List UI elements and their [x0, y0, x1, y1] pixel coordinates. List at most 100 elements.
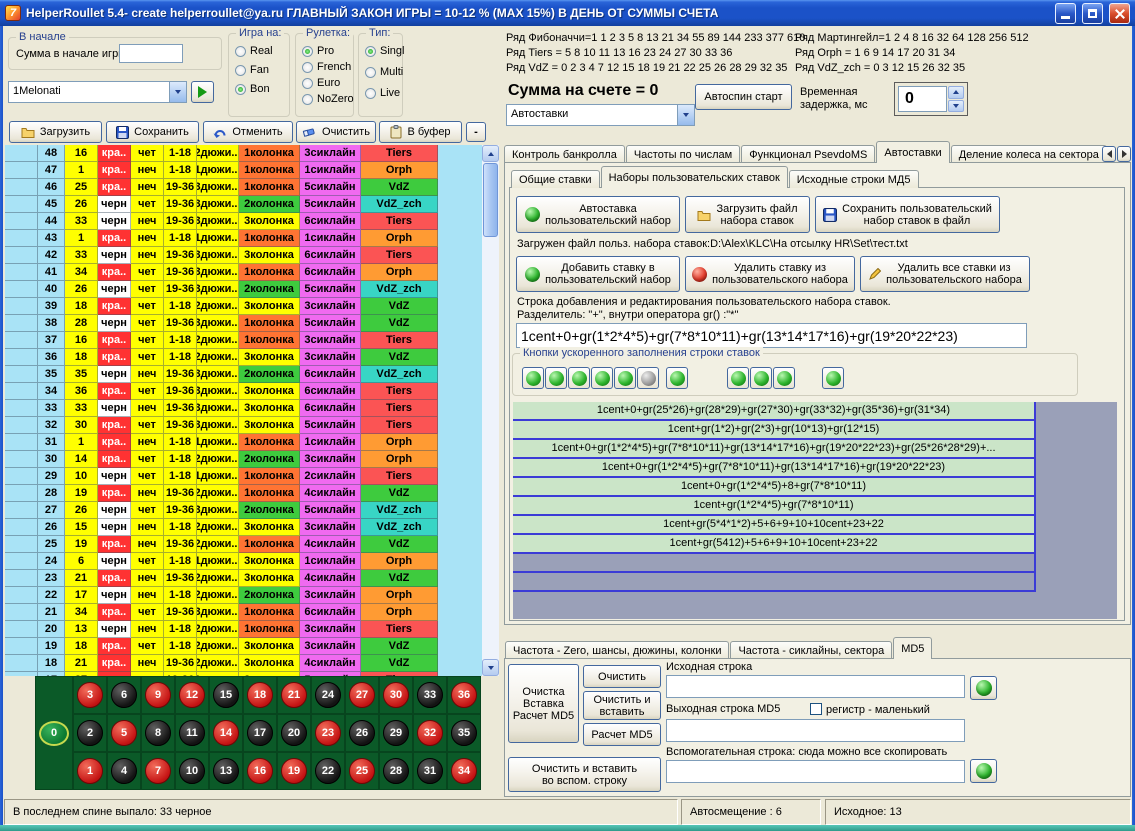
board-cell-11[interactable]: 11	[175, 714, 209, 752]
board-cell-16[interactable]: 16	[243, 752, 277, 790]
scrollbar-thumb[interactable]	[483, 163, 498, 237]
board-cell-29[interactable]: 29	[379, 714, 413, 752]
close-button[interactable]	[1109, 3, 1130, 24]
chip-button[interactable]	[666, 367, 688, 389]
history-row[interactable]: 471кра..неч1-181дюжи...1колонка1сиклайнO…	[5, 162, 482, 179]
chip-button[interactable]	[614, 367, 636, 389]
md5-clear-paste-aux-button[interactable]: Очистить и вставить во вспом. строку	[508, 757, 661, 792]
chip-button[interactable]	[591, 367, 613, 389]
history-row[interactable]: 3535черннеч19-363дюжи...2колонка6сиклайн…	[5, 366, 482, 383]
board-cell-35[interactable]: 35	[447, 714, 481, 752]
autospin-start-button[interactable]: Автоспин старт	[695, 84, 792, 110]
radio-euro[interactable]: Euro	[302, 76, 354, 90]
history-row[interactable]: 4816кра..чет1-182дюжи...1колонка3сиклайн…	[5, 145, 482, 162]
board-cell-21[interactable]: 21	[277, 676, 311, 714]
bet-list-row[interactable]: 1cent+gr(1*2*4*5)+gr(7*8*10*11)	[513, 497, 1036, 516]
radio-french[interactable]: French	[302, 60, 354, 74]
radio-singl[interactable]: Singl	[365, 44, 404, 58]
chip-button[interactable]	[637, 367, 659, 389]
collapse-button[interactable]: -	[466, 122, 486, 142]
board-cell-25[interactable]: 25	[345, 752, 379, 790]
mode-combobox[interactable]: Автоставки	[506, 104, 695, 126]
chevron-down-icon[interactable]	[169, 82, 186, 102]
history-row[interactable]: 2519кра..неч19-362дюжи...1колонка4сиклай…	[5, 536, 482, 553]
board-cell-7[interactable]: 7	[141, 752, 175, 790]
radio-multi[interactable]: Multi	[365, 65, 404, 79]
history-row[interactable]: 3618кра..чет1-182дюжи...3колонка3сиклайн…	[5, 349, 482, 366]
tab-общие-ставки[interactable]: Общие ставки	[511, 170, 600, 188]
history-row[interactable]: 2217черннеч1-182дюжи...2колонка3сиклайнO…	[5, 587, 482, 604]
tab-исходные-строки-мд5[interactable]: Исходные строки МД5	[789, 170, 919, 188]
history-row[interactable]: 3918кра..чет1-182дюжи...3колонка3сиклайн…	[5, 298, 482, 315]
scroll-down-button[interactable]	[482, 659, 499, 676]
tabs-scroll-left-button[interactable]	[1102, 146, 1116, 162]
board-cell-23[interactable]: 23	[311, 714, 345, 752]
delay-spinner-value[interactable]: 0	[898, 86, 947, 112]
radio-nozero[interactable]: NoZero	[302, 92, 354, 106]
board-cell-2[interactable]: 2	[73, 714, 107, 752]
undo-button[interactable]: Отменить	[203, 121, 293, 143]
history-row[interactable]: 246чернчет1-181дюжи...3колонка1сиклайнOr…	[5, 553, 482, 570]
register-checkbox[interactable]	[810, 703, 822, 715]
md5-source-input[interactable]	[666, 675, 965, 698]
board-cell-17[interactable]: 17	[243, 714, 277, 752]
history-row[interactable]: 4625кра..неч19-363дюжи...1колонка5сиклай…	[5, 179, 482, 196]
tab-контроль-банкролла[interactable]: Контроль банкролла	[504, 145, 625, 163]
board-cell-4[interactable]: 4	[107, 752, 141, 790]
history-row[interactable]: 2321кра..неч19-362дюжи...3колонка4сиклай…	[5, 570, 482, 587]
history-row[interactable]: 4134кра..чет19-363дюжи...1колонка6сиклай…	[5, 264, 482, 281]
history-row[interactable]: 2726чернчет19-363дюжи...2колонка5сиклайн…	[5, 502, 482, 519]
history-row[interactable]: 3230кра..чет19-363дюжи...3колонка5сиклай…	[5, 417, 482, 434]
start-sum-input[interactable]	[119, 44, 183, 63]
history-scrollbar[interactable]	[482, 145, 499, 676]
load-button[interactable]: Загрузить	[9, 121, 102, 143]
spin-up-button[interactable]	[948, 86, 964, 99]
save-button[interactable]: Сохранить	[106, 121, 199, 143]
board-cell-1[interactable]: 1	[73, 752, 107, 790]
bet-list-row[interactable]: 1cent+gr(5*4*1*2)+5+6+9+10+10cent+23+22	[513, 516, 1036, 535]
radio-bon[interactable]: Bon	[235, 82, 273, 96]
maximize-button[interactable]	[1082, 3, 1103, 24]
board-cell-18[interactable]: 18	[243, 676, 277, 714]
board-cell-22[interactable]: 22	[311, 752, 345, 790]
chip-button[interactable]	[568, 367, 590, 389]
history-row[interactable]: 311кра..неч1-181дюжи...1колонка1сиклайнO…	[5, 434, 482, 451]
chip-button[interactable]	[522, 367, 544, 389]
history-row[interactable]: 2134кра..чет19-363дюжи...1колонка6сиклай…	[5, 604, 482, 621]
chip-button[interactable]	[727, 367, 749, 389]
spin-down-button[interactable]	[948, 100, 964, 113]
board-cell-33[interactable]: 33	[413, 676, 447, 714]
board-cell-36[interactable]: 36	[447, 676, 481, 714]
board-cell-15[interactable]: 15	[209, 676, 243, 714]
board-cell-5[interactable]: 5	[107, 714, 141, 752]
board-cell-0[interactable]: 0	[35, 676, 73, 790]
board-cell-3[interactable]: 3	[73, 676, 107, 714]
chip-button[interactable]	[773, 367, 795, 389]
md5-aux-input[interactable]	[666, 760, 965, 783]
history-row[interactable]: 2013черннеч1-182дюжи...1колонка3сиклайнT…	[5, 621, 482, 638]
board-cell-27[interactable]: 27	[345, 676, 379, 714]
history-row[interactable]: 3333черннеч19-363дюжи...3колонка6сиклайн…	[5, 400, 482, 417]
board-cell-10[interactable]: 10	[175, 752, 209, 790]
board-cell-31[interactable]: 31	[413, 752, 447, 790]
minimize-button[interactable]	[1055, 3, 1076, 24]
history-row[interactable]: 3014кра..чет1-182дюжи...2колонка3сиклайн…	[5, 451, 482, 468]
to-buffer-button[interactable]: В буфер	[379, 121, 462, 143]
play-button[interactable]	[191, 81, 214, 103]
bet-list-row[interactable]: 1cent+0+gr(1*2*4*5)+gr(7*8*10*11)+gr(13*…	[513, 459, 1036, 478]
load-bet-set-file-button[interactable]: Загрузить файл набора ставок	[685, 196, 810, 233]
md5-source-go-button[interactable]	[970, 676, 997, 700]
board-cell-9[interactable]: 9	[141, 676, 175, 714]
tab-md5[interactable]: MD5	[893, 637, 932, 659]
board-cell-24[interactable]: 24	[311, 676, 345, 714]
board-cell-30[interactable]: 30	[379, 676, 413, 714]
tab-частота-сиклайны-сектора[interactable]: Частота - сиклайны, сектора	[730, 641, 892, 659]
md5-aux-go-button[interactable]	[970, 759, 997, 783]
save-bet-set-file-button[interactable]: Сохранить пользовательский набор ставок …	[815, 196, 1000, 233]
scroll-up-button[interactable]	[482, 145, 499, 162]
history-row[interactable]: 1918кра..чет1-182дюжи...3колонка3сиклайн…	[5, 638, 482, 655]
tab-частоты-по-числам[interactable]: Частоты по числам	[626, 145, 740, 163]
bet-list-row[interactable]: 1cent+gr(1*2)+gr(2*3)+gr(10*13)+gr(12*15…	[513, 421, 1036, 440]
board-cell-8[interactable]: 8	[141, 714, 175, 752]
history-row[interactable]: 2910чернчет1-181дюжи...1колонка2сиклайнT…	[5, 468, 482, 485]
